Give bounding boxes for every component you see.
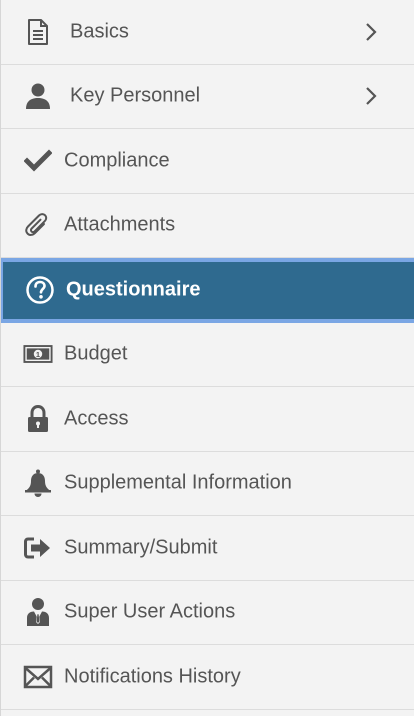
lock-icon [23, 404, 53, 434]
nav-item-key-personnel[interactable]: Key Personnel [1, 65, 414, 129]
nav-item-label: Compliance [64, 149, 170, 172]
checkmark-icon [23, 146, 53, 176]
nav-item-label: Super User Actions [64, 600, 236, 623]
document-icon [23, 17, 53, 47]
nav-item-super-user-actions[interactable]: Super User Actions [1, 581, 414, 645]
envelope-icon [23, 662, 53, 692]
nav-item-budget[interactable]: 1 Budget [1, 323, 414, 387]
nav-item-notifications-history[interactable]: Notifications History [1, 645, 414, 710]
nav-item-compliance[interactable]: Compliance [1, 129, 414, 194]
nav-item-label: Supplemental Information [64, 471, 292, 494]
person-icon [23, 81, 53, 111]
nav-item-label: Notifications History [64, 665, 241, 688]
nav-item-attachments[interactable]: Attachments [1, 194, 414, 258]
nav-item-access[interactable]: Access [1, 387, 414, 452]
nav-item-questionnaire[interactable]: Questionnaire [1, 258, 414, 323]
question-circle-icon [25, 275, 55, 305]
chevron-right-icon[interactable] [364, 21, 378, 43]
nav-item-label: Questionnaire [66, 278, 201, 301]
svg-text:1: 1 [36, 350, 40, 359]
bell-icon [23, 468, 53, 498]
suited-user-icon [23, 597, 53, 627]
nav-item-label: Summary/Submit [64, 536, 218, 559]
nav-item-supplemental-information[interactable]: Supplemental Information [1, 452, 414, 516]
nav-item-label: Access [64, 407, 129, 430]
nav-item-label: Attachments [64, 213, 176, 236]
sidebar-nav: Basics Key Personnel Compliance Attachme… [0, 0, 414, 716]
nav-item-basics[interactable]: Basics [1, 0, 414, 65]
banknote-icon: 1 [23, 339, 53, 369]
nav-item-summary-submit[interactable]: Summary/Submit [1, 516, 414, 581]
nav-item-label: Basics [70, 20, 129, 43]
chevron-right-icon[interactable] [364, 85, 378, 107]
nav-item-label: Key Personnel [70, 84, 201, 107]
nav-item-label: Budget [64, 342, 128, 365]
paperclip-icon [23, 210, 53, 240]
sign-out-icon [23, 533, 53, 563]
